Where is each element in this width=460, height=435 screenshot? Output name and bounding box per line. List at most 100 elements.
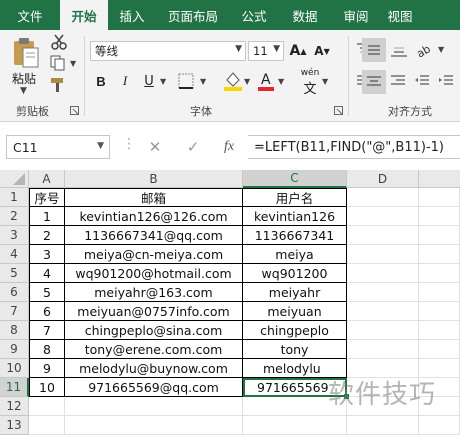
cell-e1[interactable] (419, 188, 460, 207)
cell-e9[interactable] (419, 340, 460, 359)
cut-icon[interactable] (50, 34, 68, 50)
tab-formulas[interactable]: 公式 (230, 0, 278, 30)
font-launcher-icon[interactable] (332, 104, 344, 116)
cell-c9[interactable]: tony (243, 340, 347, 359)
cancel-icon[interactable]: ✕ (146, 136, 164, 158)
cell-c3[interactable]: 1136667341 (243, 226, 347, 245)
cell-b5[interactable]: wq901200@hotmail.com (65, 264, 243, 283)
format-painter-icon[interactable] (48, 76, 68, 94)
row-header-1[interactable]: 1 (0, 188, 29, 207)
cell-d9[interactable] (347, 340, 419, 359)
cell-e13[interactable] (419, 416, 460, 435)
cell-e6[interactable] (419, 283, 460, 302)
font-size-select[interactable]: 11 ▼ (248, 41, 284, 61)
phonetic-icon[interactable]: wén 文 (298, 68, 322, 97)
cell-a2[interactable]: 1 (29, 207, 65, 226)
cell-b12[interactable] (65, 397, 243, 416)
cell-a7[interactable]: 6 (29, 302, 65, 321)
cell-d13[interactable] (347, 416, 419, 435)
italic-icon[interactable]: I (116, 72, 134, 90)
row-header-7[interactable]: 7 (0, 302, 29, 321)
cell-b10[interactable]: melodylu@buynow.com (65, 359, 243, 378)
cell-e7[interactable] (419, 302, 460, 321)
name-box[interactable]: C11 ▼ (6, 135, 110, 159)
align-center-icon[interactable] (362, 70, 386, 94)
cell-b8[interactable]: chingpeplo@sina.com (65, 321, 243, 340)
tab-view[interactable]: 视图 (380, 0, 420, 30)
cell-a8[interactable]: 7 (29, 321, 65, 340)
row-header-11[interactable]: 11 (0, 378, 29, 397)
row-header-10[interactable]: 10 (0, 359, 29, 378)
row-header-9[interactable]: 9 (0, 340, 29, 359)
tab-review[interactable]: 审阅 (332, 0, 380, 30)
cell-c5[interactable]: wq901200 (243, 264, 347, 283)
copy-dropdown-icon[interactable]: ▼ (70, 59, 76, 68)
cell-a9[interactable]: 8 (29, 340, 65, 359)
column-header-a[interactable]: A (29, 170, 65, 188)
clipboard-launcher-icon[interactable] (68, 104, 80, 116)
tab-file[interactable]: 文件 (0, 0, 60, 30)
cell-d8[interactable] (347, 321, 419, 340)
font-name-select[interactable]: 等线 ▼ (90, 41, 246, 61)
row-header-13[interactable]: 13 (0, 416, 29, 435)
cell-b11[interactable]: 971665569@qq.com (65, 378, 243, 397)
font-color-icon[interactable]: A (256, 70, 276, 92)
cell-e8[interactable] (419, 321, 460, 340)
row-header-4[interactable]: 4 (0, 245, 29, 264)
cell-d7[interactable] (347, 302, 419, 321)
cell-d4[interactable] (347, 245, 419, 264)
formula-input[interactable]: =LEFT(B11,FIND("@",B11)-1) (248, 135, 460, 159)
underline-icon[interactable]: U (140, 72, 158, 90)
font-color-dropdown-icon[interactable]: ▼ (278, 77, 284, 86)
cell-d2[interactable] (347, 207, 419, 226)
row-header-2[interactable]: 2 (0, 207, 29, 226)
bold-icon[interactable]: B (92, 72, 110, 90)
cell-e2[interactable] (419, 207, 460, 226)
cell-a4[interactable]: 3 (29, 245, 65, 264)
cell-c1[interactable]: 用户名 (243, 188, 347, 207)
cell-b3[interactable]: 1136667341@qq.com (65, 226, 243, 245)
orientation-dropdown-icon[interactable]: ▼ (438, 45, 444, 54)
cell-d5[interactable] (347, 264, 419, 283)
cell-b1[interactable]: 邮箱 (65, 188, 243, 207)
cell-c7[interactable]: meiyuan (243, 302, 347, 321)
cell-c8[interactable]: chingpeplo (243, 321, 347, 340)
cell-a13[interactable] (29, 416, 65, 435)
cell-a5[interactable]: 4 (29, 264, 65, 283)
cell-d1[interactable] (347, 188, 419, 207)
column-header-b[interactable]: B (65, 170, 243, 188)
row-header-5[interactable]: 5 (0, 264, 29, 283)
paste-dropdown-icon[interactable]: ▼ (20, 86, 27, 96)
cell-a11[interactable]: 10 (29, 378, 65, 397)
decrease-indent-icon[interactable] (412, 72, 432, 90)
cell-c6[interactable]: meiyahr (243, 283, 347, 302)
cell-a1[interactable]: 序号 (29, 188, 65, 207)
increase-indent-icon[interactable] (436, 72, 456, 90)
cell-b6[interactable]: meiyahr@163.com (65, 283, 243, 302)
tab-home[interactable]: 开始 (60, 0, 108, 30)
border-dropdown-icon[interactable]: ▼ (200, 77, 206, 86)
cell-e4[interactable] (419, 245, 460, 264)
increase-font-icon[interactable]: A ▲ (288, 42, 308, 60)
paste-icon[interactable] (10, 36, 42, 70)
orientation-icon[interactable]: ab (414, 40, 436, 60)
row-header-12[interactable]: 12 (0, 397, 29, 416)
border-icon[interactable] (176, 72, 196, 90)
row-header-3[interactable]: 3 (0, 226, 29, 245)
cell-a12[interactable] (29, 397, 65, 416)
insert-function-icon[interactable]: fx (218, 136, 240, 158)
cell-b7[interactable]: meiyuan@0757info.com (65, 302, 243, 321)
cell-b4[interactable]: meiya@cn-meiya.com (65, 245, 243, 264)
cell-b9[interactable]: tony@erene.com.com (65, 340, 243, 359)
cell-e3[interactable] (419, 226, 460, 245)
decrease-font-icon[interactable]: A ▼ (312, 42, 332, 60)
cell-b2[interactable]: kevintian126@126.com (65, 207, 243, 226)
tab-insert[interactable]: 插入 (108, 0, 156, 30)
paste-label[interactable]: 粘贴 (12, 70, 36, 87)
fill-color-icon[interactable] (222, 70, 244, 92)
align-right-icon[interactable] (388, 72, 408, 90)
middle-align-icon[interactable] (362, 38, 386, 62)
phonetic-dropdown-icon[interactable]: ▼ (322, 77, 328, 86)
underline-dropdown-icon[interactable]: ▼ (160, 77, 166, 86)
cell-a6[interactable]: 5 (29, 283, 65, 302)
